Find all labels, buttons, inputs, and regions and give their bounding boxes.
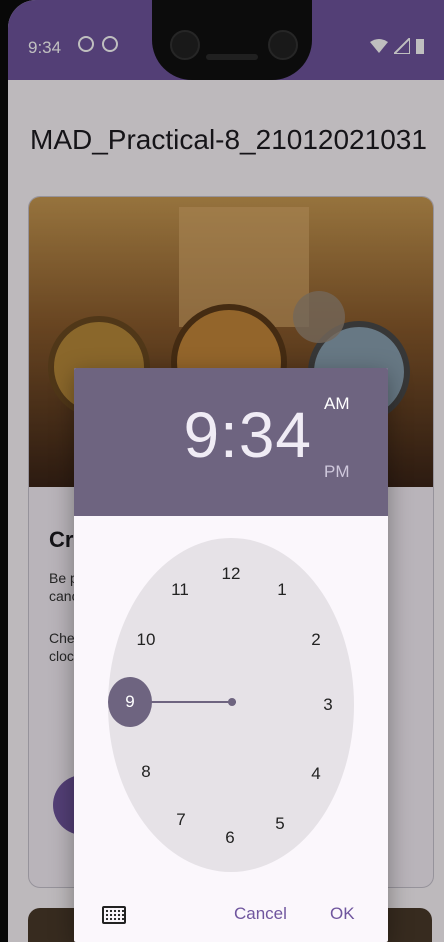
selected-time[interactable]: 9:34 xyxy=(183,398,312,472)
clock-number-3[interactable]: 3 xyxy=(314,691,342,719)
clock-number-4[interactable]: 4 xyxy=(302,760,330,788)
clock-number-6[interactable]: 6 xyxy=(216,824,244,852)
keyboard-icon[interactable] xyxy=(102,906,126,924)
clock-number-12[interactable]: 12 xyxy=(217,560,245,588)
clock-number-11[interactable]: 11 xyxy=(166,576,194,604)
ok-button[interactable]: OK xyxy=(330,904,355,924)
clock-number-8[interactable]: 8 xyxy=(132,758,160,786)
clock-number-7[interactable]: 7 xyxy=(167,806,195,834)
am-toggle[interactable]: AM xyxy=(324,394,350,414)
selected-hour-label: 9 xyxy=(125,692,135,711)
clock-number-5[interactable]: 5 xyxy=(266,810,294,838)
time-picker-dialog: 9:34 AM PM 12 1 2 3 4 5 6 7 8 10 11 9 Ca… xyxy=(74,368,388,942)
cancel-button[interactable]: Cancel xyxy=(234,904,287,924)
clock-center xyxy=(228,698,236,706)
clock-number-1[interactable]: 1 xyxy=(268,576,296,604)
time-picker-header: 9:34 AM PM xyxy=(74,368,388,516)
clock-number-2[interactable]: 2 xyxy=(302,626,330,654)
pm-toggle[interactable]: PM xyxy=(324,462,350,482)
clock-number-10[interactable]: 10 xyxy=(132,626,160,654)
